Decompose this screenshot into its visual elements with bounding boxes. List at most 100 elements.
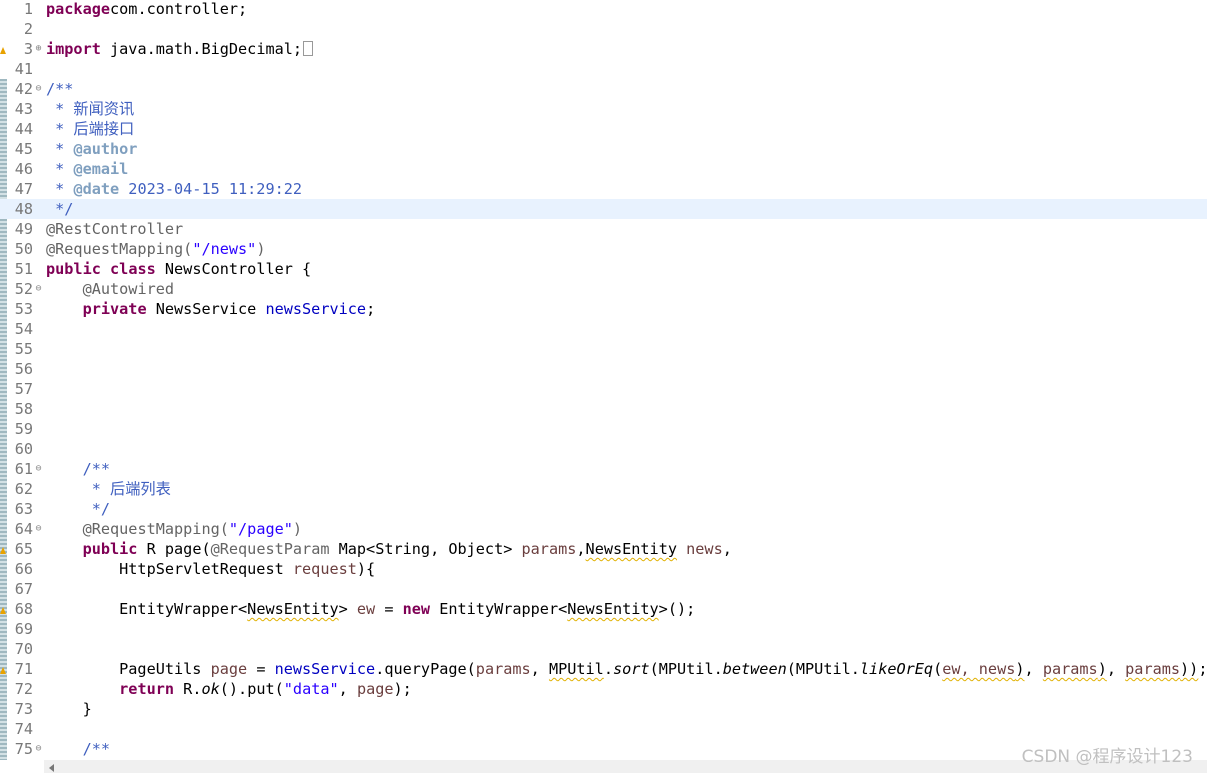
code-text: */ bbox=[82, 500, 111, 518]
watermark: CSDN @程序设计123 bbox=[1021, 747, 1193, 767]
code-line[interactable]: 64 ⊖ @RequestMapping("/page") bbox=[0, 519, 1207, 539]
code-line[interactable]: 66 HttpServletRequest request){ bbox=[0, 559, 1207, 579]
line-number: 60 bbox=[14, 440, 33, 458]
line-number: 46 bbox=[14, 160, 33, 178]
line-number: 70 bbox=[14, 640, 33, 658]
code-text: * @author bbox=[46, 140, 138, 158]
code-line[interactable]: 42 ⊖/** bbox=[0, 79, 1207, 99]
code-editor[interactable]: 1 packagecom.controller; 2 3 ⊕ import java.ma… bbox=[0, 0, 1207, 760]
code-text: * @date 2023-04-15 11:29:22 bbox=[46, 180, 303, 198]
code-line[interactable]: 58 bbox=[0, 399, 1207, 419]
code-text: EntityWrapper<NewsEntity> ew = new Entit… bbox=[46, 600, 696, 618]
code-text: @RequestMapping("/page") bbox=[82, 520, 303, 538]
line-number: 49 bbox=[14, 220, 33, 238]
line-number: 55 bbox=[14, 340, 33, 358]
warning-marker-icon[interactable] bbox=[0, 47, 6, 54]
line-number: 72 bbox=[14, 680, 33, 698]
line-number: 2 bbox=[23, 20, 33, 38]
code-line[interactable]: 50 @RequestMapping("/news") bbox=[0, 239, 1207, 259]
code-line[interactable]: 1 packagecom.controller; bbox=[0, 0, 1207, 19]
code-text: * @email bbox=[46, 160, 129, 178]
code-line[interactable]: 56 bbox=[0, 359, 1207, 379]
code-text: public R page(@RequestParam Map<String, … bbox=[82, 540, 732, 558]
code-line[interactable]: 2 bbox=[0, 19, 1207, 39]
code-line[interactable]: 74 bbox=[0, 719, 1207, 739]
code-line[interactable]: 71 PageUtils page = newsService.queryPag… bbox=[0, 659, 1207, 679]
code-text: /** bbox=[46, 80, 74, 98]
code-text: PageUtils page = newsService.queryPage(p… bbox=[46, 660, 1207, 678]
code-line[interactable]: 62 * 后端列表 bbox=[0, 479, 1207, 499]
code-text: return R.ok().put("data", page); bbox=[119, 680, 412, 698]
collapse-fold-icon[interactable]: ⊖ bbox=[33, 459, 44, 479]
code-text: /** bbox=[82, 460, 111, 478]
collapse-fold-icon[interactable]: ⊖ bbox=[33, 739, 44, 759]
scroll-left-arrow-icon[interactable] bbox=[49, 764, 54, 772]
code-text: } bbox=[46, 700, 92, 718]
line-number: 74 bbox=[14, 720, 33, 738]
code-line[interactable]: 59 bbox=[0, 419, 1207, 439]
line-number: 41 bbox=[14, 60, 33, 78]
code-line[interactable]: 48 */ bbox=[0, 199, 1207, 219]
line-number: 62 bbox=[14, 480, 33, 498]
expand-fold-icon[interactable]: ⊕ bbox=[33, 39, 44, 59]
code-line[interactable]: 46 * @email bbox=[0, 159, 1207, 179]
line-number: 75 bbox=[14, 740, 33, 758]
line-number: 54 bbox=[14, 320, 33, 338]
code-line[interactable]: 72 return R.ok().put("data", page); bbox=[0, 679, 1207, 699]
line-number: 69 bbox=[14, 620, 33, 638]
folded-imports-box-icon[interactable] bbox=[303, 41, 314, 56]
code-line[interactable]: 3 ⊕ import java.math.BigDecimal; bbox=[0, 39, 1207, 59]
warning-marker-icon[interactable] bbox=[0, 607, 6, 614]
code-line[interactable]: 49 @RestController bbox=[0, 219, 1207, 239]
warning-marker-icon[interactable] bbox=[0, 547, 6, 554]
line-number: 73 bbox=[14, 700, 33, 718]
code-line[interactable]: 69 bbox=[0, 619, 1207, 639]
code-line[interactable]: 57 bbox=[0, 379, 1207, 399]
line-number: 56 bbox=[14, 360, 33, 378]
code-line[interactable]: 55 bbox=[0, 339, 1207, 359]
collapse-fold-icon[interactable]: ⊖ bbox=[33, 519, 44, 539]
line-number: 50 bbox=[14, 240, 33, 258]
code-text: * 后端接口 bbox=[46, 120, 135, 138]
line-number: 45 bbox=[14, 140, 33, 158]
line-number: 48 bbox=[14, 200, 33, 218]
code-text: * 新闻资讯 bbox=[46, 100, 135, 118]
code-line[interactable]: 44 * 后端接口 bbox=[0, 119, 1207, 139]
code-line[interactable]: 61 ⊖ /** bbox=[0, 459, 1207, 479]
code-text: * 后端列表 bbox=[82, 480, 171, 498]
collapse-fold-icon[interactable]: ⊖ bbox=[33, 79, 44, 99]
code-line[interactable]: 45 * @author bbox=[0, 139, 1207, 159]
code-line[interactable]: 65 public R page(@RequestParam Map<Strin… bbox=[0, 539, 1207, 559]
line-number: 43 bbox=[14, 100, 33, 118]
line-number: 52 bbox=[14, 280, 33, 298]
line-number: 1 bbox=[23, 0, 33, 18]
code-text: private NewsService newsService; bbox=[82, 300, 376, 318]
code-text: import java.math.BigDecimal; bbox=[46, 39, 314, 59]
warning-marker-icon[interactable] bbox=[0, 667, 6, 674]
code-text: @Autowired bbox=[82, 280, 175, 298]
code-text: /** bbox=[82, 740, 111, 758]
code-line[interactable]: 73 } bbox=[0, 699, 1207, 719]
code-text: @RestController bbox=[46, 220, 184, 238]
line-number: 57 bbox=[14, 380, 33, 398]
code-line[interactable]: 53 private NewsService newsService; bbox=[0, 299, 1207, 319]
code-line[interactable]: 41 bbox=[0, 59, 1207, 79]
collapse-fold-icon[interactable]: ⊖ bbox=[33, 279, 44, 299]
code-line[interactable]: 52 ⊖ @Autowired bbox=[0, 279, 1207, 299]
code-line[interactable]: 68 EntityWrapper<NewsEntity> ew = new En… bbox=[0, 599, 1207, 619]
code-text: */ bbox=[46, 200, 74, 218]
code-line[interactable]: 47 * @date 2023-04-15 11:29:22 bbox=[0, 179, 1207, 199]
line-number: 64 bbox=[14, 520, 33, 538]
line-number: 42 bbox=[14, 80, 33, 98]
code-line[interactable]: 70 bbox=[0, 639, 1207, 659]
code-line[interactable]: 54 bbox=[0, 319, 1207, 339]
code-line[interactable]: 51 public class NewsController { bbox=[0, 259, 1207, 279]
line-number: 66 bbox=[14, 560, 33, 578]
code-line[interactable]: 60 bbox=[0, 439, 1207, 459]
code-line[interactable]: 63 */ bbox=[0, 499, 1207, 519]
code-line[interactable]: 43 * 新闻资讯 bbox=[0, 99, 1207, 119]
line-number: 47 bbox=[14, 180, 33, 198]
line-number: 58 bbox=[14, 400, 33, 418]
code-line[interactable]: 67 bbox=[0, 579, 1207, 599]
code-text: @RequestMapping("/news") bbox=[46, 240, 266, 258]
